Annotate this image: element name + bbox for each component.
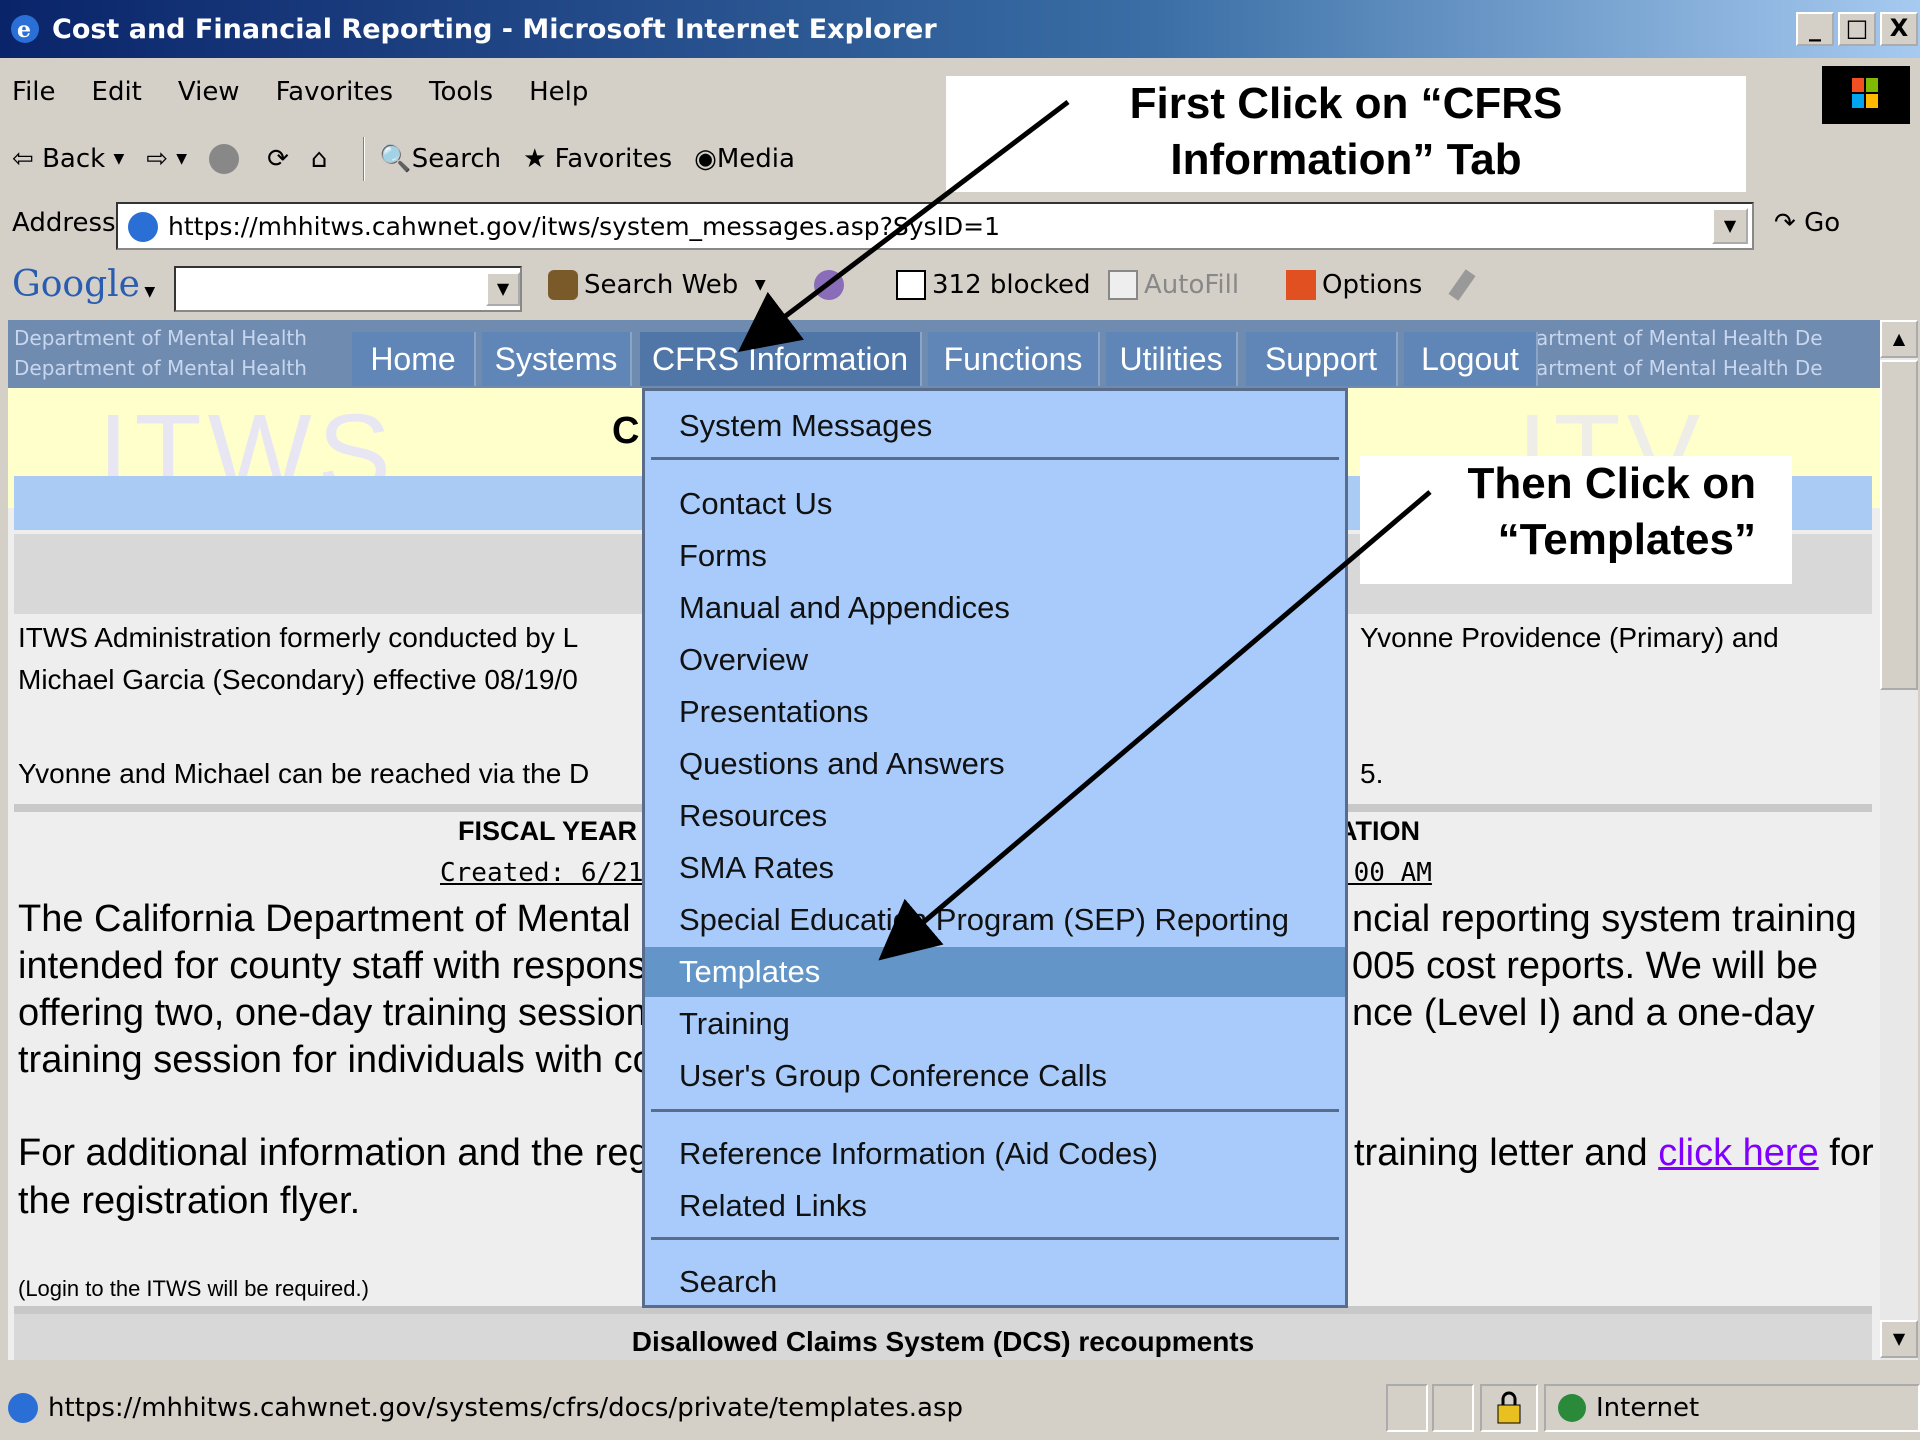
annotation-arrows (738, 100, 1432, 961)
status-panel (1386, 1384, 1428, 1432)
globe-icon (1558, 1394, 1586, 1422)
status-panel (1432, 1384, 1474, 1432)
security-zone: Internet (1544, 1384, 1920, 1432)
arrow-to-cfrs-tab (738, 100, 1070, 353)
status-url: https://mhhitws.cahwnet.gov/systems/cfrs… (48, 1393, 964, 1423)
page-icon (8, 1393, 38, 1423)
ssl-lock-icon (1480, 1384, 1538, 1432)
arrow-to-templates (878, 490, 1432, 961)
